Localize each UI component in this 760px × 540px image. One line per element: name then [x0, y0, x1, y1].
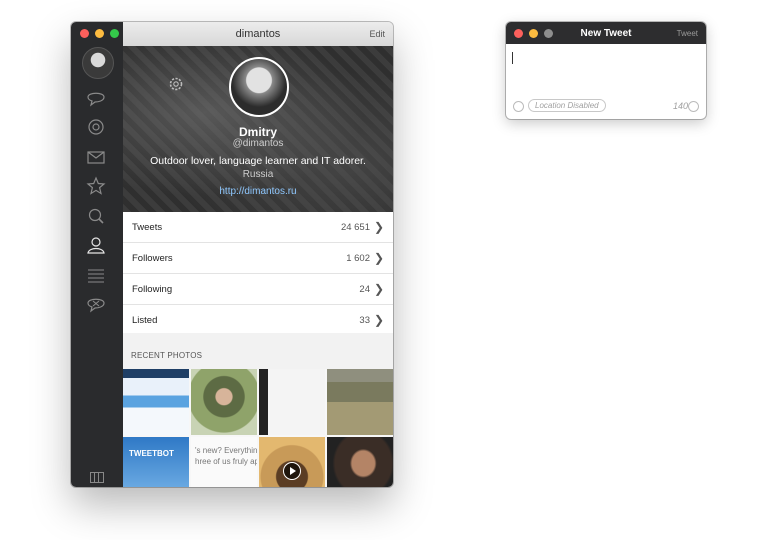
stat-label: Tweets: [132, 222, 163, 233]
stat-label: Listed: [132, 315, 158, 326]
profile-url-link[interactable]: http://dimantos.ru: [123, 186, 393, 197]
stat-row-followers[interactable]: Followers 1 602 ❯: [123, 243, 393, 274]
photo-thumbnail[interactable]: 's new? Everything i hree of us fruly ap…: [191, 437, 257, 487]
stat-label: Following: [132, 284, 173, 295]
sidebar: [71, 22, 123, 487]
tweet-text-area[interactable]: [512, 52, 513, 64]
recent-photos-header: RECENT PHOTOS: [123, 333, 393, 369]
character-counter: 140: [672, 101, 688, 111]
play-icon[interactable]: [283, 462, 301, 480]
photo-caption: TWEETBOT: [129, 449, 174, 458]
photo-thumbnail[interactable]: TWEETBOT: [123, 437, 189, 487]
profile-avatar[interactable]: [229, 57, 289, 117]
profile-icon[interactable]: [84, 235, 108, 255]
stat-value: 24 651: [340, 222, 370, 233]
chevron-right-icon: ❯: [373, 313, 384, 327]
stat-value: 33: [359, 315, 370, 326]
options-gear-icon[interactable]: [688, 101, 699, 112]
photo-text-line: hree of us fruly app: [195, 457, 257, 466]
tweet-send-button[interactable]: Tweet: [677, 29, 698, 38]
profile-bio: Outdoor lover, language learner and IT a…: [150, 155, 366, 167]
chevron-right-icon: ❯: [373, 282, 384, 296]
minimize-button[interactable]: [95, 29, 104, 38]
profile-stats-list: Tweets 24 651 ❯ Followers 1 602 ❯ Follow…: [123, 212, 393, 336]
photo-thumbnail[interactable]: [259, 369, 325, 435]
muted-icon[interactable]: [84, 294, 108, 314]
stat-value: 24: [359, 284, 370, 295]
mentions-icon[interactable]: [84, 117, 108, 137]
stat-label: Followers: [132, 253, 173, 264]
favorites-icon[interactable]: [84, 176, 108, 196]
profile-name: Dmitry: [238, 125, 277, 139]
search-icon[interactable]: [84, 206, 108, 226]
recent-photos-grid: TWEETBOT 's new? Everything i hree of us…: [123, 369, 393, 487]
recent-photos-label: RECENT PHOTOS: [131, 351, 203, 360]
photo-thumbnail[interactable]: [123, 369, 189, 435]
profile-pane: dimantos Edit Dmitry @dimantos Outdoor l…: [123, 22, 393, 487]
photo-thumbnail[interactable]: [327, 369, 393, 435]
location-pin-icon[interactable]: [513, 101, 524, 112]
photo-thumbnail[interactable]: [191, 369, 257, 435]
lists-icon[interactable]: [84, 265, 108, 285]
stat-row-tweets[interactable]: Tweets 24 651 ❯: [123, 212, 393, 243]
messages-icon[interactable]: [84, 147, 108, 167]
profile-location: Russia: [242, 169, 274, 180]
profile-header: Dmitry @dimantos Outdoor lover, language…: [123, 46, 393, 212]
columns-icon[interactable]: [90, 472, 104, 483]
edit-button[interactable]: Edit: [369, 29, 385, 39]
window-title: dimantos: [235, 28, 281, 40]
window-controls: [80, 29, 119, 38]
new-tweet-window: New Tweet Tweet Location Disabled 140: [506, 22, 706, 119]
account-avatar[interactable]: [82, 47, 114, 79]
main-window: dimantos Edit Dmitry @dimantos Outdoor l…: [71, 22, 393, 487]
video-thumbnail[interactable]: [259, 437, 325, 487]
location-toggle[interactable]: Location Disabled: [528, 99, 606, 112]
profile-handle: @dimantos: [232, 138, 284, 149]
stat-value: 1 602: [346, 253, 370, 264]
timeline-icon[interactable]: [84, 88, 108, 108]
photo-thumbnail[interactable]: [327, 437, 393, 487]
chevron-right-icon: ❯: [373, 220, 384, 234]
zoom-button[interactable]: [110, 29, 119, 38]
stat-row-following[interactable]: Following 24 ❯: [123, 274, 393, 305]
stat-row-listed[interactable]: Listed 33 ❯: [123, 305, 393, 336]
tweet-title-bar: New Tweet Tweet: [506, 22, 706, 44]
close-button[interactable]: [80, 29, 89, 38]
chevron-right-icon: ❯: [373, 251, 384, 265]
photo-text-line: 's new? Everything i: [195, 446, 257, 455]
gear-icon[interactable]: [168, 76, 184, 92]
title-bar: dimantos Edit: [123, 22, 393, 47]
